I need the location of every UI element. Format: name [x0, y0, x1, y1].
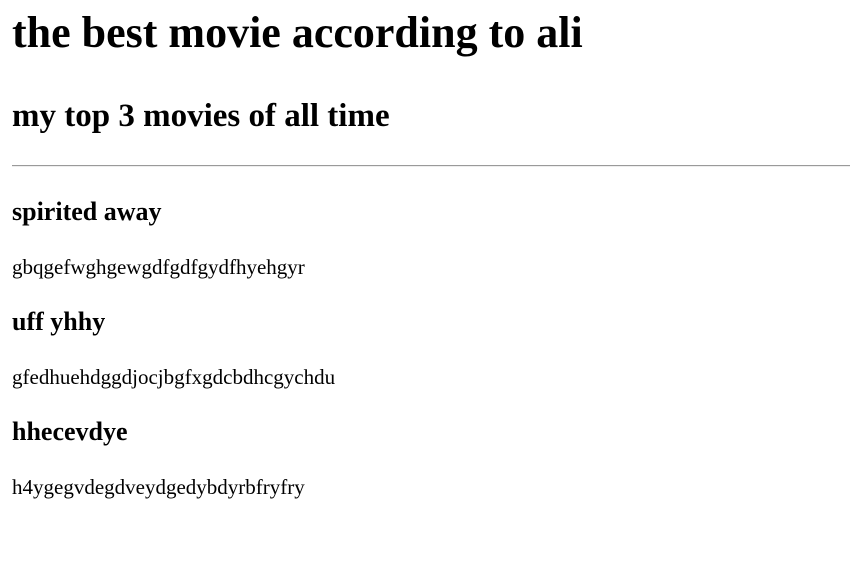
page-title: the best movie according to ali [12, 8, 583, 57]
movie-title: hhecevdye [12, 417, 128, 446]
movie-item-1: spirited away gbqgefwghgewgdfgdfgydfhyeh… [12, 197, 850, 280]
movie-item-3: hhecevdye h4ygegvdegdveydgedybdyrbfryfry [12, 417, 850, 500]
movie-title: uff yhhy [12, 307, 106, 336]
movie-list: spirited away gbqgefwghgewgdfgdfgydfhyeh… [12, 197, 850, 500]
divider [12, 165, 850, 167]
movie-description: h4ygegvdegdveydgedybdyrbfryfry [12, 475, 305, 499]
movie-item-2: uff yhhy gfedhuehdggdjocjbgfxgdcbdhcgych… [12, 307, 850, 390]
movie-description: gfedhuehdggdjocjbgfxgdcbdhcgychdu [12, 365, 336, 389]
movie-description: gbqgefwghgewgdfgdfgydfhyehgyr [12, 255, 305, 279]
page-subtitle: my top 3 movies of all time [12, 98, 390, 134]
movie-title: spirited away [12, 197, 162, 226]
